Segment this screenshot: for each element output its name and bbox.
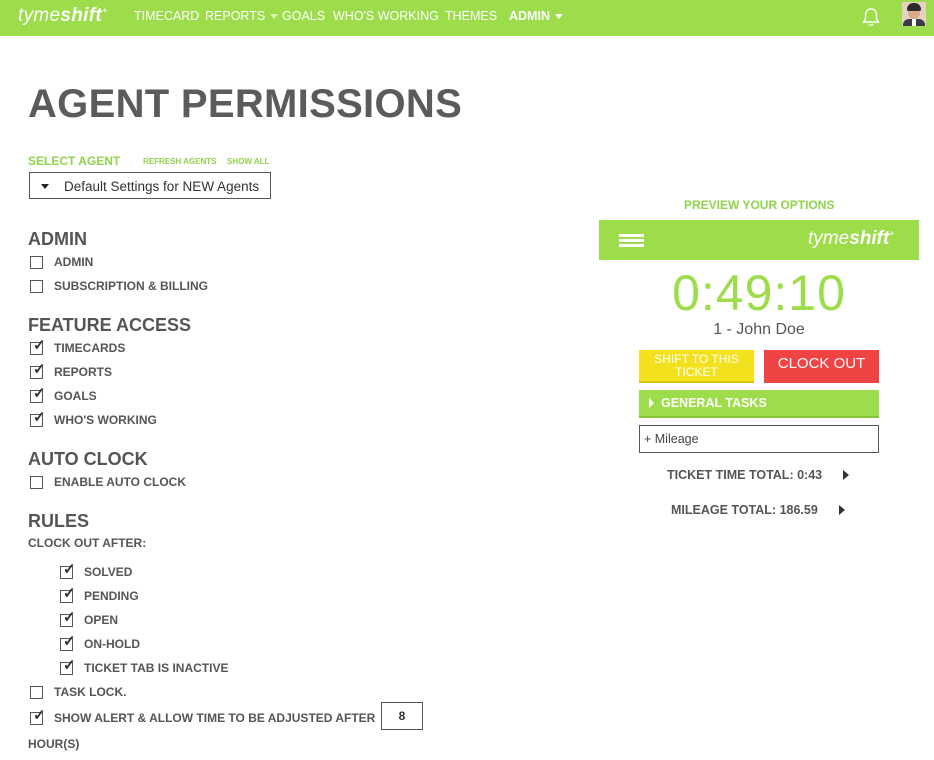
logo-bold-text: shift <box>849 228 890 249</box>
option-label: ENABLE AUTO CLOCK <box>54 475 186 489</box>
preview-header-bar: tymeshift+ <box>599 220 919 260</box>
hours-input[interactable]: 8 <box>381 702 423 730</box>
nav-admin-label: ADMIN <box>509 9 550 23</box>
section-feature-access-title: FEATURE ACCESS <box>28 315 192 335</box>
chevron-down-icon <box>41 184 49 189</box>
nav-goals[interactable]: GOALS <box>282 9 325 23</box>
general-tasks-label: GENERAL TASKS <box>661 396 767 410</box>
general-tasks-bar[interactable]: GENERAL TASKS <box>639 390 879 418</box>
show-all-link[interactable]: SHOW ALL <box>227 157 269 166</box>
refresh-agents-link[interactable]: REFRESH AGENTS <box>143 157 217 166</box>
logo-mark: + <box>889 228 895 239</box>
option-label: ON-HOLD <box>84 637 140 651</box>
checkmark-icon: ✓ <box>33 409 46 426</box>
checkbox[interactable]: ✓ <box>60 633 76 651</box>
preview-timer: 0:49:10 <box>672 265 846 321</box>
shift-to-ticket-button[interactable]: SHIFT TO THIS TICKET <box>639 350 754 383</box>
app-logo[interactable]: tymeshift+ <box>18 5 108 27</box>
preview-label: PREVIEW YOUR OPTIONS <box>684 198 835 212</box>
mileage-input[interactable]: + Mileage <box>639 425 879 453</box>
mileage-placeholder: + Mileage <box>644 432 699 446</box>
play-arrow-icon[interactable] <box>843 470 849 480</box>
option-label: SOLVED <box>84 565 133 579</box>
nav-themes[interactable]: THEMES <box>445 9 497 23</box>
mileage-total-label: MILEAGE TOTAL: <box>671 503 777 517</box>
option-label: SHOW ALERT & ALLOW TIME TO BE ADJUSTED A… <box>54 711 376 725</box>
bell-icon[interactable] <box>861 6 881 28</box>
hours-label: HOUR(S) <box>28 737 80 751</box>
avatar-hair <box>907 3 921 11</box>
checkbox[interactable]: ✓ <box>30 385 46 403</box>
select-agent-label: SELECT AGENT <box>28 154 121 168</box>
ticket-time-label: TICKET TIME TOTAL: <box>667 468 794 482</box>
checkmark-icon: ✓ <box>33 337 46 354</box>
checkbox[interactable] <box>30 476 43 489</box>
section-rules-title: RULES <box>28 511 90 531</box>
play-arrow-icon[interactable] <box>839 505 845 515</box>
checkbox[interactable]: ✓ <box>30 409 46 427</box>
ticket-time-value: 0:43 <box>797 468 823 482</box>
chevron-down-icon <box>270 14 279 20</box>
checkmark-icon: ✓ <box>63 609 76 626</box>
checkmark-icon: ✓ <box>33 707 46 724</box>
checkbox[interactable]: ✓ <box>30 707 46 725</box>
nav-reports[interactable]: REPORTS <box>205 9 279 23</box>
logo-light-text: tyme <box>18 5 61 26</box>
chevron-down-icon <box>554 14 563 20</box>
section-auto-clock-title: AUTO CLOCK <box>28 449 148 469</box>
section-admin-title: ADMIN <box>28 229 87 249</box>
agent-select-value: Default Settings for NEW Agents <box>64 179 260 194</box>
checkbox[interactable]: ✓ <box>30 337 46 355</box>
nav-reports-label: REPORTS <box>205 9 266 23</box>
checkbox[interactable] <box>30 280 43 293</box>
checkbox[interactable] <box>30 256 43 269</box>
user-avatar[interactable] <box>902 2 926 26</box>
nav-timecard[interactable]: TIMECARD <box>134 9 199 23</box>
top-nav-bar: tymeshift+ TIMECARD REPORTS GOALS WHO'S … <box>0 0 934 36</box>
logo-light-text: tyme <box>808 228 850 249</box>
option-label: TIMECARDS <box>54 341 126 355</box>
caret-right-icon <box>649 398 654 408</box>
agent-select[interactable]: Default Settings for NEW Agents <box>29 172 271 199</box>
avatar-collar <box>912 19 916 26</box>
logo-bold-text: shift <box>60 5 102 26</box>
checkmark-icon: ✓ <box>63 561 76 578</box>
nav-admin[interactable]: ADMIN <box>509 9 563 23</box>
page-title: AGENT PERMISSIONS <box>28 82 463 126</box>
option-label: WHO'S WORKING <box>54 413 157 427</box>
option-label: SUBSCRIPTION & BILLING <box>54 279 209 293</box>
checkmark-icon: ✓ <box>33 385 46 402</box>
option-label: ADMIN <box>54 255 94 269</box>
clock-out-after-label: CLOCK OUT AFTER: <box>28 536 147 550</box>
ticket-time-total: TICKET TIME TOTAL: 0:43 <box>667 468 822 482</box>
checkbox[interactable]: ✓ <box>60 585 76 603</box>
checkbox[interactable]: ✓ <box>30 361 46 379</box>
checkmark-icon: ✓ <box>63 585 76 602</box>
checkbox[interactable]: ✓ <box>60 561 76 579</box>
checkbox[interactable]: ✓ <box>60 609 76 627</box>
nav-whos-working[interactable]: WHO'S WORKING <box>333 9 439 23</box>
checkmark-icon: ✓ <box>63 657 76 674</box>
preview-agent-name: 1 - John Doe <box>713 321 805 338</box>
logo-mark: + <box>101 5 108 16</box>
preview-logo: tymeshift+ <box>808 228 895 250</box>
mileage-total: MILEAGE TOTAL: 186.59 <box>671 503 818 517</box>
mileage-total-value: 186.59 <box>779 503 818 517</box>
option-label: GOALS <box>54 389 97 403</box>
option-label: PENDING <box>84 589 139 603</box>
checkbox[interactable]: ✓ <box>60 657 76 675</box>
option-label: TICKET TAB IS INACTIVE <box>84 661 229 675</box>
checkmark-icon: ✓ <box>33 361 46 378</box>
hamburger-line <box>619 244 644 247</box>
hamburger-line <box>619 234 644 237</box>
option-label: OPEN <box>84 613 119 627</box>
checkbox[interactable] <box>30 686 43 699</box>
clock-out-button[interactable]: CLOCK OUT <box>764 350 879 383</box>
option-label: TASK LOCK. <box>54 685 127 699</box>
hamburger-line <box>619 239 644 242</box>
checkmark-icon: ✓ <box>63 633 76 650</box>
option-label: REPORTS <box>54 365 113 379</box>
